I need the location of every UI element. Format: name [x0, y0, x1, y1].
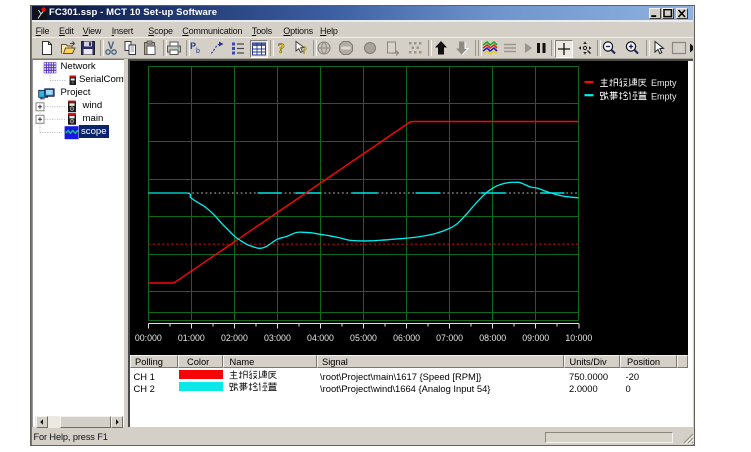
svg-text:04:000: 04:000	[307, 333, 334, 343]
svg-text:b: b	[196, 48, 200, 55]
svg-text:Empty: Empty	[651, 78, 677, 88]
svg-text:07:000: 07:000	[436, 333, 463, 343]
svg-text:?: ?	[302, 44, 308, 56]
svg-text:01:000: 01:000	[177, 333, 204, 343]
svg-text:03:000: 03:000	[263, 333, 290, 343]
svg-text:?: ?	[277, 41, 285, 56]
svg-text:Empty: Empty	[651, 91, 677, 101]
svg-text:09:000: 09:000	[522, 333, 549, 343]
svg-text:02:000: 02:000	[220, 333, 247, 343]
svg-text:08:000: 08:000	[479, 333, 506, 343]
svg-text:00:000: 00:000	[134, 333, 161, 343]
svg-text:05:000: 05:000	[350, 333, 377, 343]
svg-text:10:000: 10:000	[565, 333, 592, 343]
svg-text:06:000: 06:000	[393, 333, 420, 343]
